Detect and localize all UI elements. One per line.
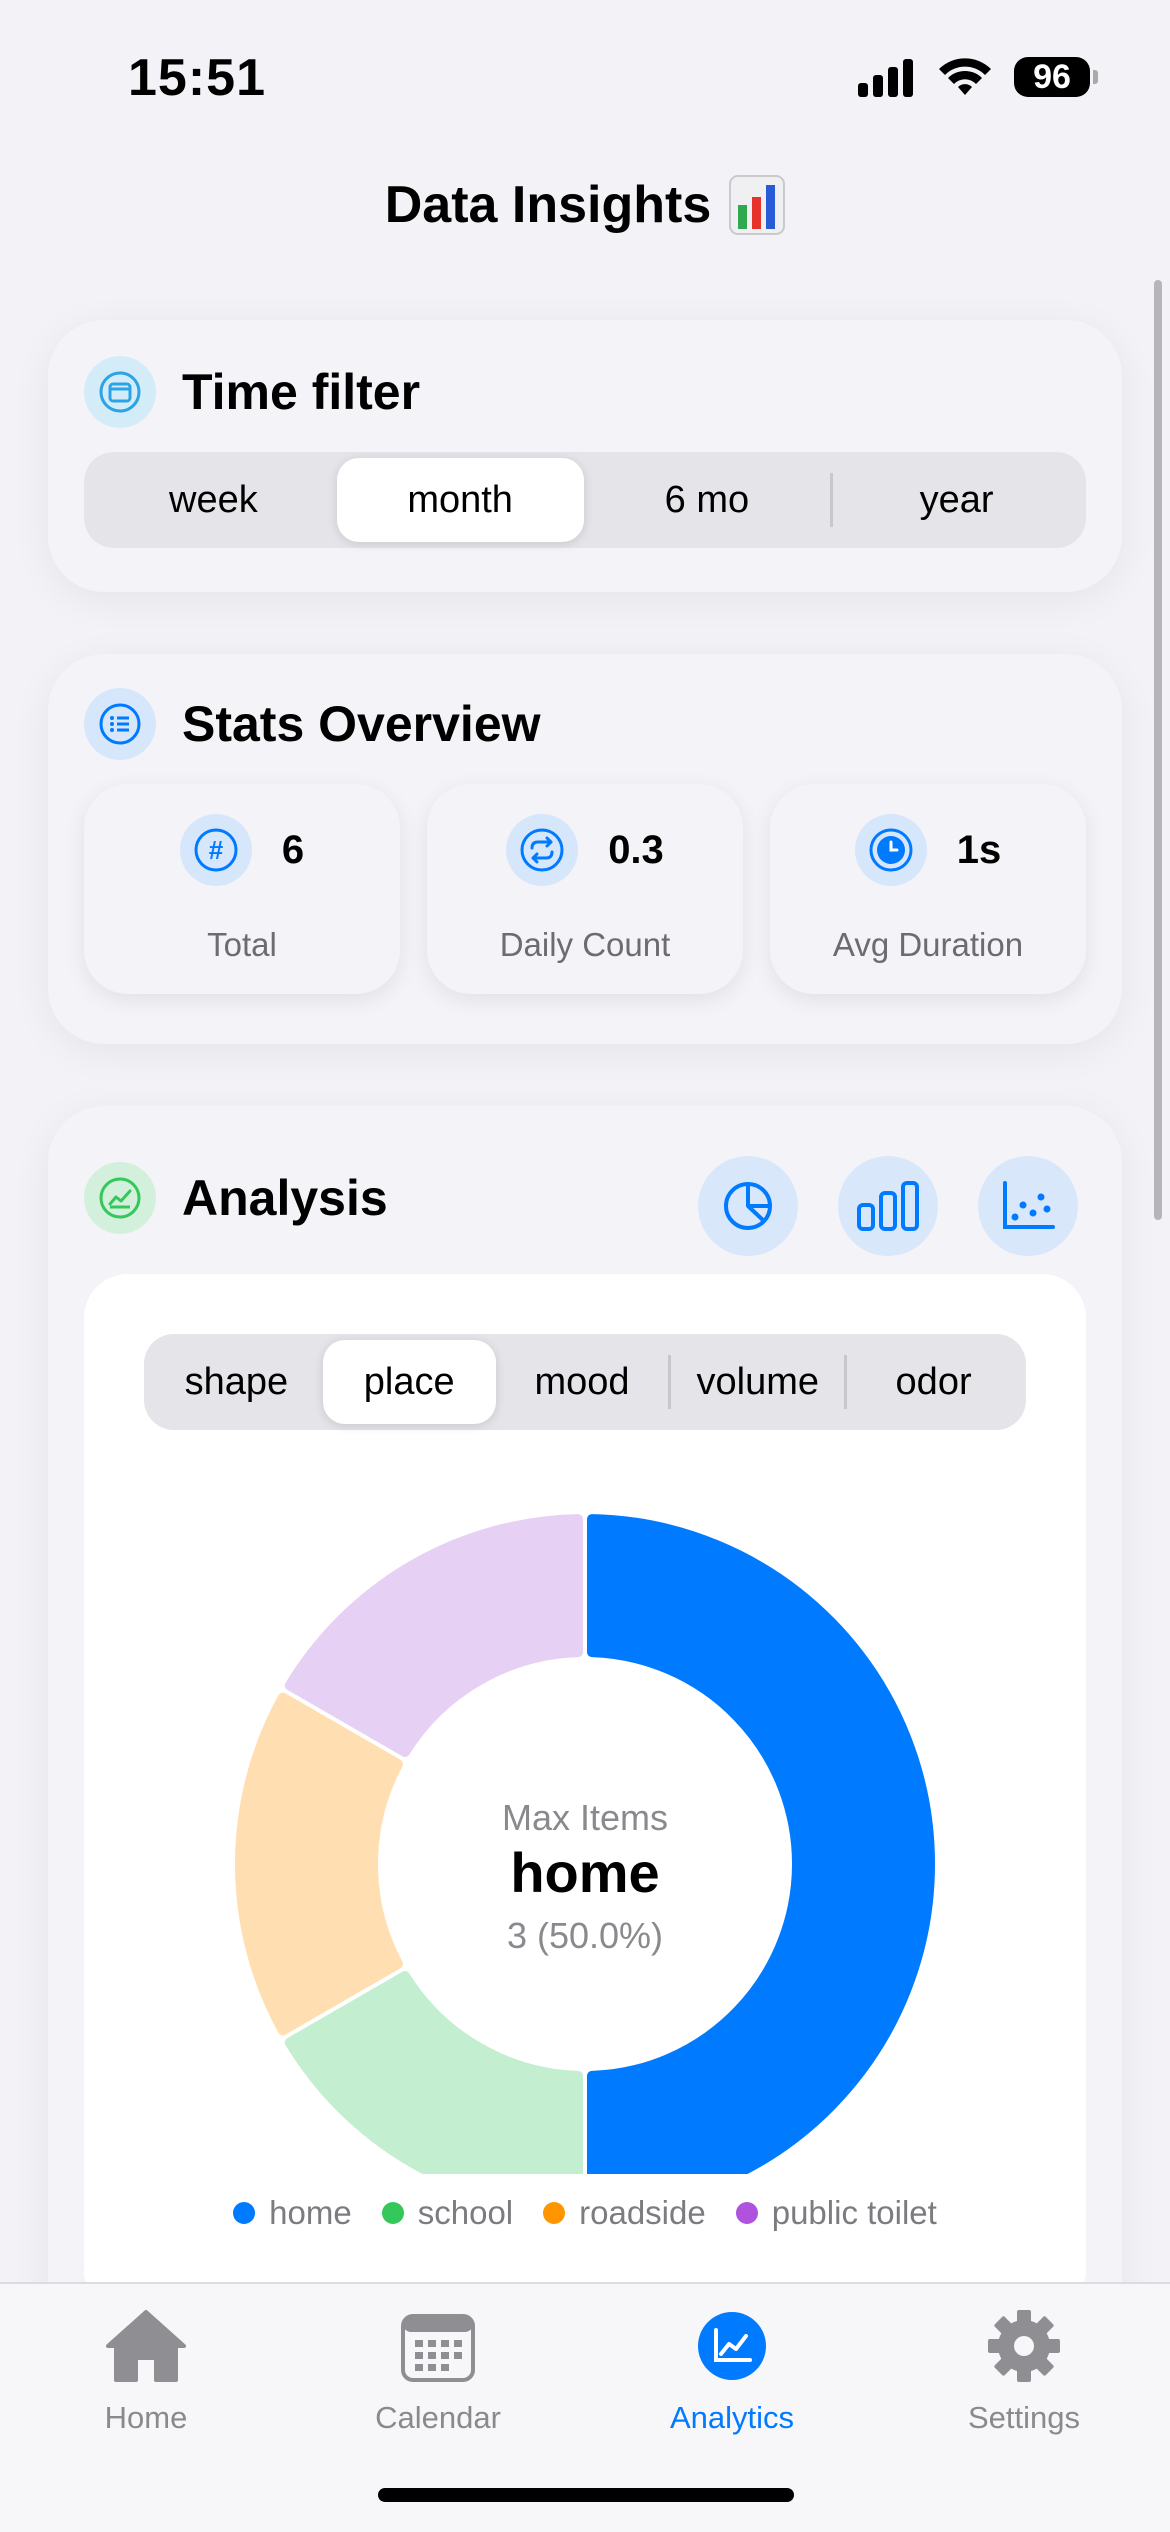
stat-daily-count: 0.3 Daily Count (427, 784, 743, 994)
house-icon (102, 2302, 190, 2390)
tab-settings-label: Settings (967, 2400, 1080, 2435)
stat-avg-duration: 1s Avg Duration (770, 784, 1086, 994)
dimension-shape[interactable]: shape (150, 1340, 323, 1424)
donut-center-caption: Max Items (502, 1797, 668, 1838)
tab-calendar[interactable]: Calendar (318, 2302, 558, 2436)
time-filter-year[interactable]: year (833, 458, 1080, 542)
stat-daily-count-label: Daily Count (499, 926, 671, 963)
time-filter-6mo[interactable]: 6 mo (584, 458, 831, 542)
calendar-icon (394, 2302, 482, 2390)
trend-icon (84, 1162, 156, 1234)
donut-chart[interactable]: Max Items home 3 (50.0%) (84, 1434, 1086, 2174)
page-title: Data Insights (0, 175, 1170, 235)
analytics-icon (688, 2302, 776, 2390)
cellular-signal-icon (858, 59, 913, 97)
donut-slice-public-toilet[interactable] (284, 1514, 584, 1757)
gear-icon (980, 2302, 1068, 2390)
status-bar: 15:51 96 (0, 0, 1170, 150)
battery-indicator: 96 (1014, 57, 1098, 97)
scatter-chart-button[interactable] (978, 1156, 1078, 1256)
scrollbar[interactable] (1154, 280, 1162, 1220)
time-filter-week[interactable]: week (90, 458, 337, 542)
donut-slice-roadside[interactable] (235, 1692, 404, 2036)
legend-item-roadside: roadside (543, 2194, 706, 2232)
stats-overview-card: Stats Overview # 6 Total 0.3 Daily Count… (48, 654, 1122, 1044)
time-filter-month[interactable]: month (336, 458, 584, 542)
donut-center-name: home (510, 1841, 659, 1904)
legend-item-school: school (381, 2194, 514, 2232)
pie-chart-button[interactable] (698, 1156, 798, 1256)
stat-avg-duration-value: 1s (956, 827, 1002, 872)
donut-center-detail: 3 (50.0%) (507, 1915, 663, 1956)
tab-analytics-label: Analytics (669, 2400, 795, 2435)
time-filter-segmented-control: week month 6 mo year (84, 452, 1086, 548)
status-icons: 96 (858, 52, 1098, 102)
legend-dot (381, 2202, 404, 2224)
list-icon (84, 688, 156, 760)
time-filter-header: Time filter (84, 356, 420, 428)
legend-dot (543, 2202, 566, 2224)
time-filter-title: Time filter (182, 364, 421, 420)
bar-chart-button[interactable] (838, 1156, 938, 1256)
dimension-segmented-control: shape place mood volume odor (144, 1334, 1026, 1430)
legend-label: public toilet (771, 2194, 937, 2231)
bar-chart-icon (857, 1181, 919, 1231)
legend-dot (233, 2202, 256, 2224)
legend-label: school (417, 2194, 514, 2231)
legend-dot (735, 2202, 758, 2224)
dimension-volume[interactable]: volume (671, 1340, 844, 1424)
legend-label: roadside (579, 2194, 706, 2231)
tab-analytics[interactable]: Analytics (612, 2302, 852, 2436)
stat-total: # 6 Total (84, 784, 400, 994)
legend-item-home: home (233, 2194, 352, 2232)
stat-daily-count-value: 0.3 (608, 827, 664, 872)
tab-settings[interactable]: Settings (904, 2302, 1144, 2436)
legend-item-public-toilet: public toilet (735, 2194, 937, 2232)
scatter-chart-icon (1003, 1181, 1055, 1229)
dimension-mood[interactable]: mood (496, 1340, 669, 1424)
page-title-text: Data Insights (384, 176, 712, 234)
stats-title: Stats Overview (182, 696, 541, 752)
stat-avg-duration-label: Avg Duration (832, 926, 1024, 963)
wifi-icon (939, 58, 991, 95)
status-time: 15:51 (128, 49, 266, 107)
tab-home-label: Home (104, 2400, 188, 2435)
bar-chart-emoji-icon (729, 175, 786, 235)
repeat-icon (506, 814, 579, 886)
stat-total-value: 6 (281, 827, 305, 872)
clock-icon (854, 814, 927, 886)
stat-total-label: Total (207, 926, 277, 963)
svg-text:#: # (209, 835, 224, 865)
stats-header: Stats Overview (84, 688, 541, 760)
analysis-card: Analysis shape place mood volume odor Ma… (48, 1106, 1122, 2366)
tab-calendar-label: Calendar (375, 2400, 501, 2435)
chart-panel: shape place mood volume odor Max Items h… (84, 1274, 1086, 2314)
analysis-header: Analysis (84, 1162, 388, 1234)
home-indicator (378, 2488, 794, 2502)
tab-home[interactable]: Home (26, 2302, 266, 2436)
pie-chart-icon (724, 1182, 772, 1230)
calendar-small-icon (84, 356, 156, 428)
dimension-place[interactable]: place (322, 1340, 496, 1424)
analysis-title: Analysis (182, 1170, 388, 1226)
dimension-odor[interactable]: odor (847, 1340, 1020, 1424)
legend-label: home (269, 2194, 352, 2231)
hash-icon: # (179, 814, 252, 886)
time-filter-card: Time filter week month 6 mo year (48, 320, 1122, 592)
chart-legend: home school roadside public toilet (84, 2194, 1086, 2232)
